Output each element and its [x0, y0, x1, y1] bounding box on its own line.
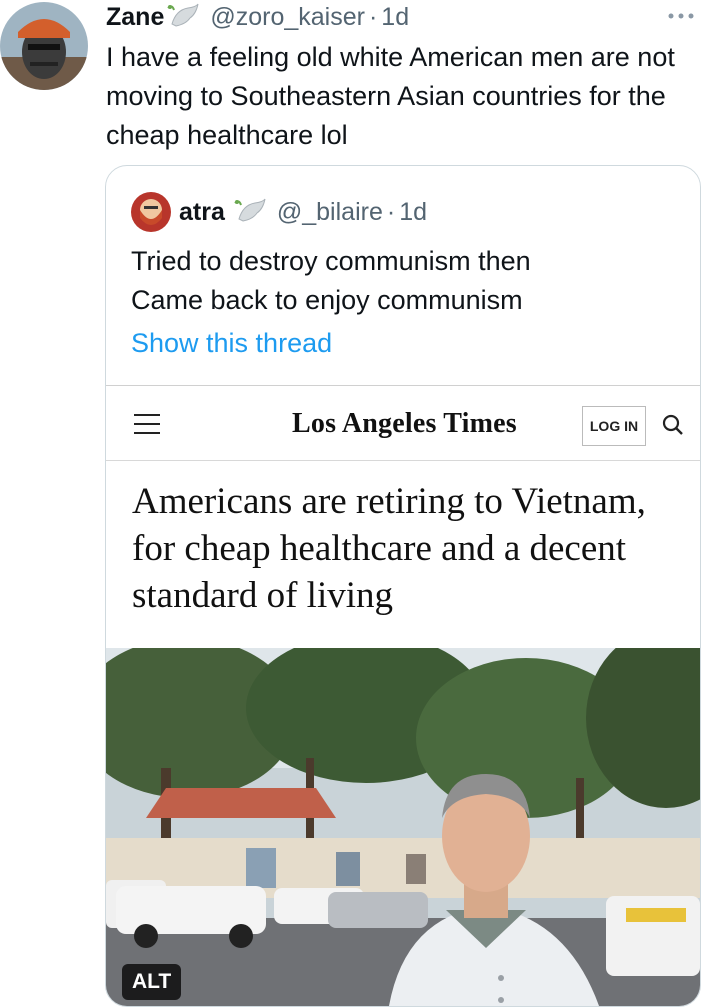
quote-header: atra @_bilaire · 1d	[131, 192, 427, 232]
more-icon[interactable]	[665, 8, 697, 24]
lat-nav-bar: Los Angeles Times LOG IN	[106, 386, 700, 461]
quote-avatar-image	[131, 192, 171, 232]
quote-text: Tried to destroy communism then Came bac…	[131, 242, 691, 320]
timestamp[interactable]: 1d	[381, 3, 409, 32]
quote-display-name[interactable]: atra	[179, 198, 225, 227]
lat-logo: Los Angeles Times	[292, 408, 517, 439]
quote-handle[interactable]: @_bilaire	[277, 198, 383, 227]
tweet-header: Zane @zoro_kaiser · 1d	[106, 0, 409, 34]
tweet-text: I have a feeling old white American men …	[106, 42, 675, 150]
display-name[interactable]: Zane	[106, 3, 164, 32]
quoted-tweet[interactable]: atra @_bilaire · 1d Tried to destroy com…	[105, 165, 701, 1007]
search-icon	[662, 414, 684, 436]
separator-dot: ·	[368, 2, 378, 31]
hamburger-icon	[134, 414, 160, 436]
separator-dot: ·	[386, 197, 396, 226]
login-button: LOG IN	[582, 406, 646, 446]
handle[interactable]: @zoro_kaiser	[210, 3, 365, 32]
dove-icon	[233, 197, 267, 227]
show-thread-link[interactable]: Show this thread	[131, 328, 332, 359]
article-screenshot[interactable]: Los Angeles Times LOG IN Americans are r…	[106, 385, 700, 1006]
quote-text-line: Came back to enjoy communism	[131, 285, 523, 315]
article-photo	[106, 648, 700, 1006]
quote-text-line: Tried to destroy communism then	[131, 246, 531, 276]
article-headline: Americans are retiring to Vietnam, for c…	[132, 481, 646, 616]
tweet: Zane @zoro_kaiser · 1d I have a feeling …	[0, 0, 701, 1007]
avatar-image	[0, 2, 88, 90]
avatar[interactable]	[0, 2, 88, 90]
dove-icon	[166, 2, 200, 32]
alt-badge[interactable]: ALT	[122, 964, 182, 1000]
quote-avatar[interactable]	[131, 192, 171, 232]
quote-timestamp[interactable]: 1d	[399, 198, 427, 227]
